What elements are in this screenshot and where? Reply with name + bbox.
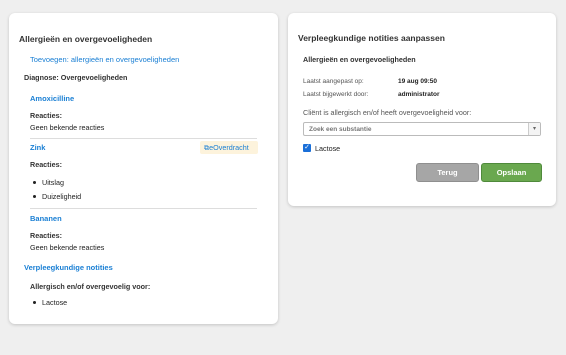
edit-notes-subtitle: Allergieën en overgevoeligheden (303, 55, 416, 64)
allergy-item-zink[interactable]: Zink (30, 143, 45, 152)
add-allergy-link[interactable]: Toevoegen: allergieën en overgevoelighed… (30, 55, 179, 64)
edit-notes-card: Verpleegkundige notities aanpassen Aller… (288, 13, 556, 206)
reaction-item: Uitslag (42, 178, 64, 187)
allergies-card: Allergieën en overgevoeligheden Toevoege… (9, 13, 278, 324)
checkmark-icon: ✓ (304, 144, 310, 151)
last-updated-label: Laatst bijgewerkt door: (303, 91, 369, 98)
chevron-down-icon[interactable]: ▾ (528, 123, 540, 135)
eoverdracht-badge[interactable]: ⧉eOverdracht (200, 141, 258, 154)
back-button[interactable]: Terug (416, 163, 479, 182)
allergies-card-title: Allergieën en overgevoeligheden (19, 34, 153, 44)
allergy-item-bananen[interactable]: Bananen (30, 214, 62, 223)
divider (30, 208, 257, 209)
last-modified-label: Laatst aangepast op: (303, 78, 364, 85)
nursing-notes-link[interactable]: Verpleegkundige notities (24, 263, 113, 272)
substance-search-select[interactable]: Zoek een substantie ▾ (303, 122, 541, 136)
lactose-checkbox-label[interactable]: Lactose (315, 144, 340, 153)
allergy-item-amoxicilline[interactable]: Amoxicilline (30, 94, 74, 103)
edit-notes-title: Verpleegkundige notities aanpassen (298, 33, 445, 43)
save-button[interactable]: Opslaan (481, 163, 542, 182)
diagnosis-label: Diagnose: Overgevoeligheden (24, 73, 128, 82)
reactions-label: Reacties: (30, 231, 62, 240)
last-modified-value: 19 aug 09:50 (398, 78, 438, 85)
reaction-item: Duizeligheid (42, 192, 82, 201)
bullet (33, 301, 36, 304)
eoverdracht-label: eOverdracht (209, 143, 249, 152)
lactose-checkbox[interactable]: ✓ (303, 144, 311, 152)
notes-item: Lactose (42, 298, 68, 307)
bullet (33, 195, 36, 198)
substance-search-placeholder: Zoek een substantie (309, 126, 372, 133)
reactions-text: Geen bekende reacties (30, 243, 105, 252)
divider (30, 138, 257, 139)
last-updated-value: administrator (398, 91, 440, 98)
bullet (33, 181, 36, 184)
reactions-label: Reacties: (30, 111, 62, 120)
allergy-question: Cliënt is allergisch en/of heeft overgev… (303, 108, 472, 117)
reactions-text: Geen bekende reacties (30, 123, 105, 132)
reactions-label: Reacties: (30, 160, 62, 169)
notes-label: Allergisch en/of overgevoelig voor: (30, 282, 151, 291)
